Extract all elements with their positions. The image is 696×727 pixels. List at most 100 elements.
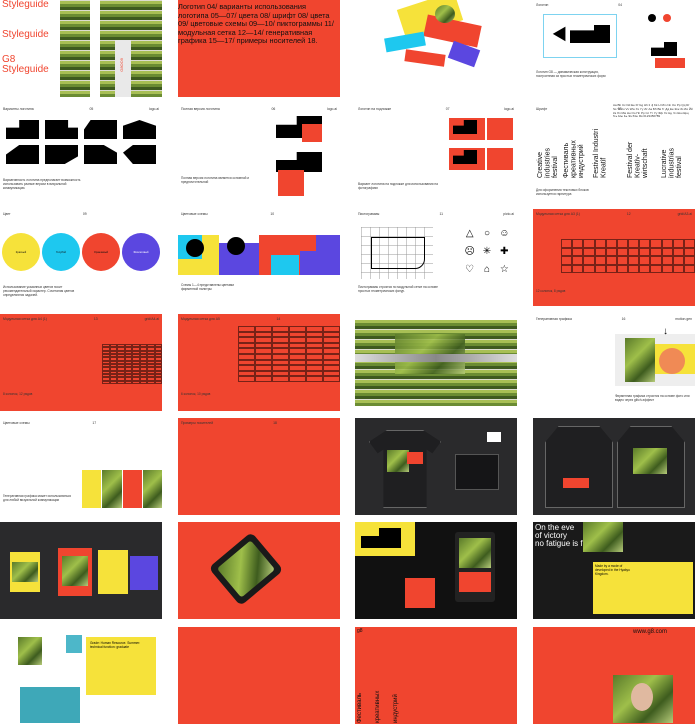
grid-cell: [594, 264, 606, 273]
grid-cell: [594, 247, 606, 256]
site-url: www.g8.com: [633, 629, 668, 635]
grid-cell: [323, 376, 340, 382]
grid-cell: [672, 247, 684, 256]
typeface-sample-3: Festival Industri Kreatif: [593, 128, 608, 178]
grid-cell: [605, 239, 617, 248]
home-icon: ⌂: [483, 264, 491, 275]
page-media-intro: Примеры носителей 18: [178, 418, 340, 515]
page-report-layout: Grade: Human Resource. Summer: technical…: [0, 627, 162, 724]
grid-cell: [650, 256, 662, 265]
contents-text: Логотип 04/ варианты использования логот…: [178, 2, 334, 46]
grid-cell: [683, 256, 695, 265]
page-logo: Логотип 04 ⯇ Логотип G8 — динамическая ко…: [533, 0, 695, 97]
grid-cell: [154, 380, 162, 384]
logo-variant-icon: [123, 120, 156, 139]
grid-cell: [650, 239, 662, 248]
page-generative-graphics: Генеративная графика 16 motion.gen ↓ Фирме…: [533, 314, 695, 411]
styleguide-spread-grid: Styleguide Styleguide G8 Styleguide G8OO…: [0, 0, 696, 727]
grid-cell: [583, 239, 595, 248]
grid-cell: [616, 239, 628, 248]
page-red-blank: [178, 627, 340, 724]
hero-collage: [380, 0, 490, 75]
grid-cell: [616, 256, 628, 265]
page-hoodie-mockup: [533, 418, 695, 515]
hoodie-front: [545, 426, 613, 508]
grid-cell: [583, 247, 595, 256]
page-web-mockup: [355, 522, 517, 619]
page-typeface: Шрифт 08 Aa Bb Cc Dd Ee Ff Gg Hh Ii Jj Kk…: [533, 104, 695, 201]
page-header: Модульная сетка для A5 14: [181, 317, 281, 321]
grid-cell: [628, 247, 640, 256]
logo-full-icon-2: [276, 152, 322, 172]
page-site-cover: www.g8.com: [533, 627, 695, 724]
page-hero-graphic: [355, 0, 517, 97]
modular-grid-a3: [561, 239, 695, 273]
grid-cell: [639, 264, 651, 273]
grid-cell: [289, 376, 306, 382]
page-festival-title: g8 Фестиваль креативных индустрий: [355, 627, 517, 724]
grid-cell: [616, 264, 628, 273]
portrait-photo: [613, 675, 673, 723]
logo-variant-icon: [123, 145, 156, 164]
grid-cell: [683, 247, 695, 256]
logo-construction-grid: ⯇: [543, 14, 617, 58]
phone-screen: [455, 532, 495, 602]
grid-cell: [661, 239, 673, 248]
festival-vertical-3: индустрий: [393, 694, 399, 723]
grid-cell: [605, 264, 617, 273]
page-header: Модульная сетка для A3 (1) 12 grid/A3.ai: [536, 212, 692, 216]
grid-cell: [572, 247, 584, 256]
grid-a5-caption: 6 колонок, 10 рядов: [181, 392, 211, 396]
color-circle-red: Оранжевый: [82, 233, 120, 271]
logo-small-version: [651, 42, 691, 70]
page-header: Модульная сетка для A4 (1) 13 grid/A4.ai: [3, 317, 159, 321]
grid-cell: [255, 376, 272, 382]
grid-cell: [650, 264, 662, 273]
star-icon: ☆: [499, 264, 509, 275]
page-grid-a3: Модульная сетка для A3 (1) 12 grid/A3.ai 1…: [533, 209, 695, 306]
generative-collage: [615, 334, 695, 386]
page-logo-full: Полная версия логотипа 06 logo.ai Полная в…: [178, 104, 340, 201]
grid-cell: [639, 256, 651, 265]
grid-cell: [628, 239, 640, 248]
page-poster-mockups: [0, 522, 162, 619]
page-slogan-poster: On the eve of victory no fatigue is felt…: [533, 522, 695, 619]
page-generative-photo: [355, 314, 517, 411]
logo-full-caption: Полная версия логотипа является основной…: [181, 176, 250, 185]
grid-cell: [628, 264, 640, 273]
grid-cell: [605, 247, 617, 256]
page-header: Логотип 04: [536, 3, 623, 7]
cover-photo: [60, 0, 162, 97]
page-grid-a5: Модульная сетка для A5 14 6 колонок, 10 р…: [178, 314, 340, 411]
modular-grid-a5: [238, 326, 340, 382]
logo-variant-icon: [45, 120, 78, 139]
report-note: Grade: Human Resource. Summer: technical…: [90, 641, 141, 650]
grid-cell: [683, 264, 695, 273]
pictograms-caption: Пиктограммы строятся по модульной сетке …: [358, 285, 438, 294]
cap-mockup: [455, 454, 499, 490]
circle-icon: ○: [483, 228, 491, 239]
page-header: Пиктограммы 11 picto.ai: [358, 212, 514, 216]
grid-cell: [102, 380, 110, 384]
logo-variant-icon: [84, 120, 117, 139]
triangle-icon: △: [465, 228, 474, 239]
page-phone-mockup: [178, 522, 340, 619]
grid-cell: [594, 239, 606, 248]
grid-cell: [117, 380, 125, 384]
grid-cell: [583, 256, 595, 265]
grid-cell: [124, 380, 132, 384]
grid-cell: [650, 247, 662, 256]
grid-cell: [306, 376, 323, 382]
grid-cell: [672, 256, 684, 265]
color-schemes-caption: Схемы 1—4 представлены цветами фирменной…: [181, 283, 234, 292]
face-icon: ☹: [464, 246, 475, 257]
logo-variant-icon: [6, 120, 39, 139]
label-tag: [487, 432, 501, 442]
page-tshirt-mockup: [355, 418, 517, 515]
logo-variants-caption: Вариативность логотипа предполагает возм…: [3, 178, 81, 191]
grid-cell: [139, 380, 147, 384]
page-header: Примеры носителей 18: [181, 421, 277, 425]
grid-cell: [561, 239, 573, 248]
snowflake-icon: ✳: [482, 246, 492, 257]
page-schemes-examples: Цветовые схемы 17 Генеративная графика мо…: [0, 418, 162, 515]
